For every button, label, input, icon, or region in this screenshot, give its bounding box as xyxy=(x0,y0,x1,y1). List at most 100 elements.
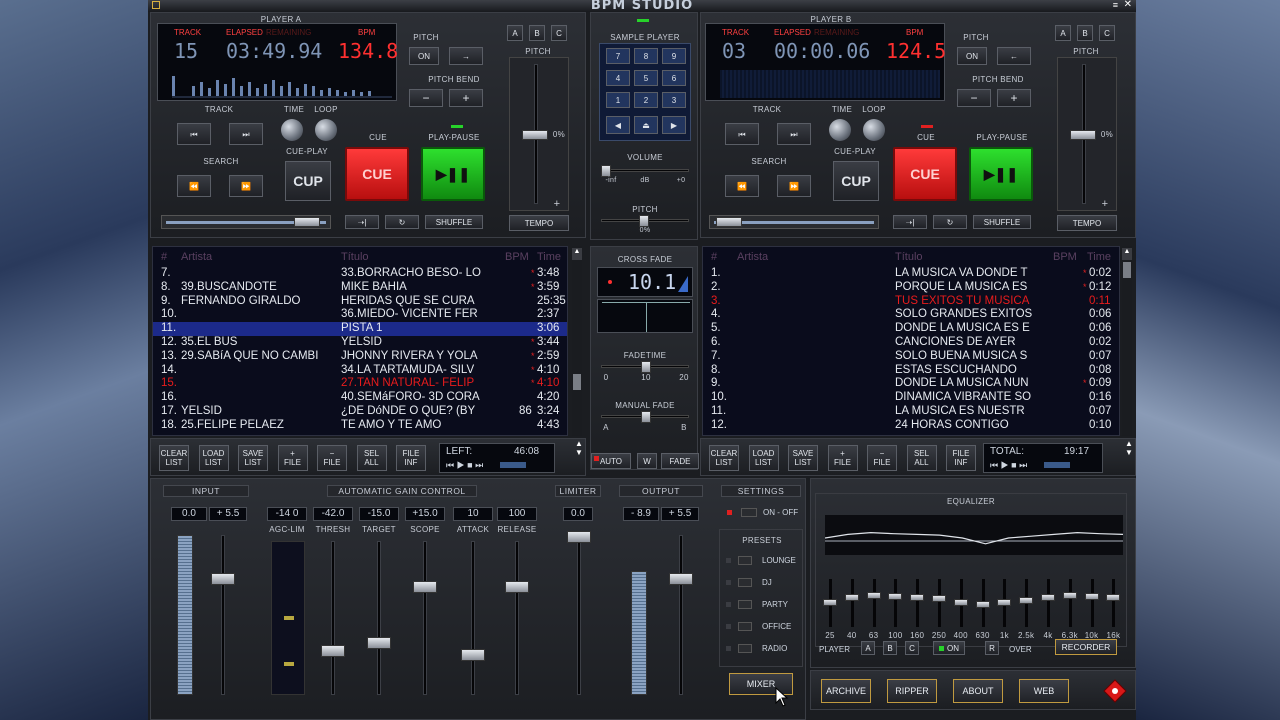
preset-lounge[interactable]: LOUNGE xyxy=(726,554,802,568)
table-row[interactable]: 11. PISTA 1 3:06 xyxy=(153,322,567,337)
playlist-b-scrollbar[interactable]: ▲ xyxy=(1122,246,1132,436)
position-slider[interactable] xyxy=(709,215,879,229)
search-back-button[interactable]: ⏪ xyxy=(725,175,759,197)
fadetime-slider[interactable]: 0 10 20 xyxy=(601,361,689,383)
next-track-button[interactable]: ⏭ xyxy=(229,123,263,145)
col-time-header[interactable]: Time xyxy=(1087,251,1111,265)
preset-toggle[interactable] xyxy=(738,600,752,609)
cup-button[interactable]: CUP xyxy=(833,161,879,201)
time-knob[interactable] xyxy=(829,119,851,141)
search-forward-button[interactable]: ⏩ xyxy=(229,175,263,197)
web-button[interactable]: WEB xyxy=(1019,679,1069,703)
table-row[interactable]: 10. 36.MIEDO- VICENTE FER 2:37 xyxy=(153,308,567,322)
play-pause-button[interactable]: ▶❚❚ xyxy=(969,147,1033,201)
app-menu-icon[interactable] xyxy=(152,1,160,9)
cue-button[interactable]: CUE xyxy=(345,147,409,201)
preset-toggle[interactable] xyxy=(738,622,752,631)
add-file-button[interactable]: + FILE xyxy=(827,445,858,471)
loop-toggle-button[interactable]: ↻ xyxy=(385,215,419,229)
table-row[interactable]: 1. LA MUSICA VA DONDE T 0:02 * xyxy=(703,267,1119,281)
pitch-bend-minus-button[interactable]: − xyxy=(957,89,991,107)
attack-fader[interactable] xyxy=(461,649,485,661)
menu-icon[interactable]: ≡ xyxy=(1113,0,1118,10)
eq-band-fader[interactable] xyxy=(953,599,968,606)
add-file-button[interactable]: + FILE xyxy=(277,445,308,471)
input-fader[interactable] xyxy=(211,573,235,585)
prev-track-button[interactable]: ⏮ xyxy=(725,123,759,145)
eq-band-fader[interactable] xyxy=(932,595,946,603)
sample-key-8[interactable]: 8 xyxy=(634,48,658,64)
loop-toggle-button[interactable]: ↻ xyxy=(933,215,967,229)
close-icon[interactable]: ✕ xyxy=(1124,0,1132,10)
sample-eject-button[interactable]: ⏏ xyxy=(634,116,658,134)
select-all-button[interactable]: SEL ALL xyxy=(356,445,387,471)
fade-button[interactable]: FADE xyxy=(661,453,699,469)
table-row[interactable]: 10. DINAMICA VIBRANTE SO 0:16 xyxy=(703,391,1119,405)
eq-band-fader[interactable] xyxy=(1019,596,1034,604)
preset-toggle[interactable] xyxy=(738,556,752,565)
col-bpm-header[interactable]: BPM xyxy=(505,251,529,265)
loop-knob[interactable] xyxy=(863,119,885,141)
table-row[interactable]: 16. 40.SEMáFORO- 3D CORA 4:20 xyxy=(153,391,567,405)
output-fader[interactable] xyxy=(669,573,693,585)
player-b-button-c[interactable]: C xyxy=(1099,25,1115,41)
archive-button[interactable]: ARCHIVE xyxy=(821,679,871,703)
table-row[interactable]: 18. 25.FELIPE PELAEZ TE AMO Y TE AMO 4:43 xyxy=(153,419,567,433)
player-a-button-c[interactable]: C xyxy=(551,25,567,41)
remove-file-button[interactable]: − FILE xyxy=(867,445,897,471)
eq-band-fader[interactable] xyxy=(844,594,859,602)
auto-button[interactable]: AUTO xyxy=(591,453,631,469)
tempo-button[interactable]: TEMPO xyxy=(509,215,569,231)
scroll-up-icon[interactable]: ▲ xyxy=(572,248,582,260)
pitch-fader-handle[interactable] xyxy=(522,130,548,140)
pitch-bend-plus-button[interactable]: + xyxy=(997,89,1031,107)
ripper-button[interactable]: RIPPER xyxy=(887,679,937,703)
eq-band-fader[interactable] xyxy=(1106,594,1121,602)
scope-fader[interactable] xyxy=(413,581,437,593)
position-slider-handle[interactable] xyxy=(716,217,742,227)
time-knob[interactable] xyxy=(281,119,303,141)
recorder-button[interactable]: RECORDER xyxy=(1055,639,1117,655)
table-row[interactable]: 3. TUS EXITOS TU MUSICA 0:11 xyxy=(703,295,1119,309)
col-time-header[interactable]: Time xyxy=(537,251,561,265)
preset-toggle[interactable] xyxy=(738,644,752,653)
player-a-button-a[interactable]: A xyxy=(507,25,523,41)
manual-fade-slider[interactable]: A B xyxy=(601,411,689,433)
table-row[interactable]: 9. DONDE LA MUSICA NUN 0:09 * xyxy=(703,377,1119,391)
next-track-button[interactable]: ⏭ xyxy=(777,123,811,145)
remove-file-button[interactable]: − FILE xyxy=(317,445,347,471)
eq-band-fader[interactable] xyxy=(1062,591,1077,599)
eq-band-fader[interactable] xyxy=(823,599,837,606)
play-pause-button[interactable]: ▶❚❚ xyxy=(421,147,485,201)
preset-party[interactable]: PARTY xyxy=(726,598,802,612)
prev-track-button[interactable]: ⏮ xyxy=(177,123,211,145)
sample-volume-handle[interactable] xyxy=(601,165,611,177)
preset-toggle[interactable] xyxy=(738,578,752,587)
eq-player-c-button[interactable]: C xyxy=(905,641,919,655)
position-slider-handle[interactable] xyxy=(294,217,320,227)
pitch-bend-plus-button[interactable]: + xyxy=(449,89,483,107)
pitch-direction-button[interactable]: → xyxy=(449,47,483,65)
sample-volume-slider[interactable]: -inf dB +0 xyxy=(601,163,689,185)
load-list-button[interactable]: LOAD LIST xyxy=(198,445,229,471)
cue-button[interactable]: CUE xyxy=(893,147,957,201)
preset-dj[interactable]: DJ xyxy=(726,576,802,590)
sample-pitch-slider[interactable]: 0% xyxy=(601,215,689,235)
table-row[interactable]: 8. ESTAS ESCUCHANDO 0:08 xyxy=(703,364,1119,378)
sample-key-9[interactable]: 9 xyxy=(662,48,686,64)
file-info-button[interactable]: FILE INF xyxy=(396,445,426,471)
pitch-bend-minus-button[interactable]: − xyxy=(409,89,443,107)
sample-pitch-handle[interactable] xyxy=(639,215,649,227)
sample-prev-button[interactable]: ◀ xyxy=(606,116,630,134)
mini-transport-icon[interactable]: ⏮ ▶ ■ ⏭ xyxy=(990,460,1027,471)
cup-button[interactable]: CUP xyxy=(285,161,331,201)
pitch-direction-button[interactable]: ← xyxy=(997,47,1031,65)
tempo-button[interactable]: TEMPO xyxy=(1057,215,1117,231)
clear-list-button[interactable]: CLEAR LIST xyxy=(709,445,739,471)
table-row[interactable]: 12. 35.EL BUS YELSID 3:44 * xyxy=(153,336,567,350)
manual-fade-handle[interactable] xyxy=(641,411,651,423)
table-row[interactable]: 2. PORQUE LA MUSICA ES 0:12 * xyxy=(703,281,1119,295)
col-title-header[interactable]: Título xyxy=(341,251,369,265)
col-bpm-header[interactable]: BPM xyxy=(1053,251,1077,265)
eq-band-fader[interactable] xyxy=(866,591,881,599)
